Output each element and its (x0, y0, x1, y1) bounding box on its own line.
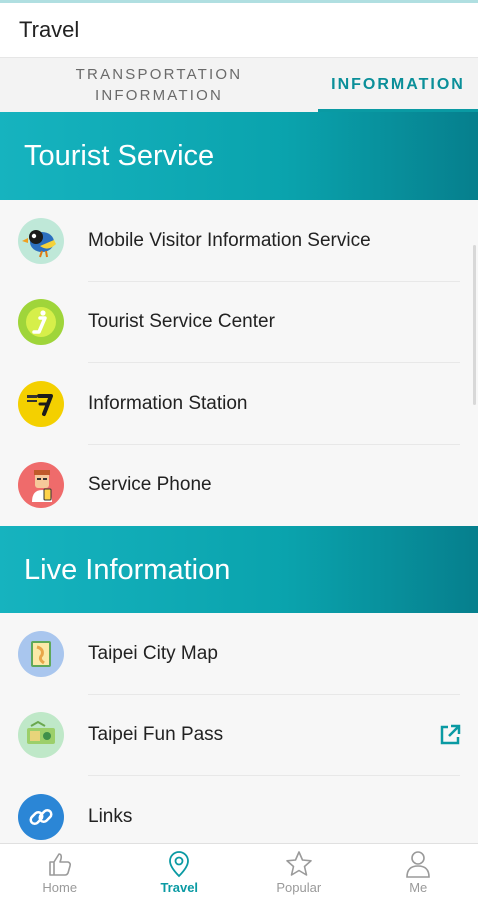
person-icon (406, 851, 431, 878)
bottom-navigation: Home Travel Popular Me (0, 843, 478, 900)
tab-label-line2: INFORMATION (94, 87, 224, 104)
scrollbar[interactable] (473, 245, 476, 405)
nav-home[interactable]: Home (0, 844, 120, 900)
tourist-service-list: Mobile Visitor Information Service Touri… (0, 200, 478, 526)
section-title: Live Information (24, 553, 231, 586)
nav-me[interactable]: Me (359, 844, 478, 900)
tab-label-line1: TRANSPORTATION (75, 66, 243, 83)
list-item-taipei-fun-pass[interactable]: Taipei Fun Pass (0, 695, 478, 777)
info-i-icon (18, 299, 64, 346)
thumbs-up-icon (48, 853, 71, 876)
list-item-label: Taipei City Map (88, 642, 218, 664)
list-item-label: Taipei Fun Pass (88, 724, 224, 746)
nav-label: Travel (160, 880, 199, 895)
list-item-label: Mobile Visitor Information Service (88, 229, 371, 251)
list-item-tourist-service-center[interactable]: Tourist Service Center (0, 282, 478, 364)
nav-label: Me (409, 880, 428, 895)
nav-label: Popular (276, 880, 322, 895)
nav-travel[interactable]: Travel (120, 844, 240, 900)
fun-pass-icon (18, 712, 64, 759)
list-item-label: Information Station (88, 392, 248, 414)
list-item-label: Links (88, 805, 133, 827)
section-header-tourist-service: Tourist Service (0, 112, 478, 200)
tab-information[interactable]: INFORMATION (318, 58, 478, 112)
list-item-mobile-visitor-information[interactable]: Mobile Visitor Information Service (0, 200, 478, 282)
tab-label: INFORMATION (331, 76, 465, 93)
list-item-label: Service Phone (88, 474, 212, 496)
star-icon (285, 851, 312, 876)
tab-transportation-information[interactable]: TRANSPORTATION INFORMATION (0, 58, 318, 112)
phone-person-icon (18, 462, 64, 509)
live-information-list: Taipei City Map Taipei Fun Pass Links (0, 613, 478, 843)
list-item-information-station[interactable]: Information Station (0, 363, 478, 445)
link-icon (18, 793, 64, 840)
list-item-taipei-city-map[interactable]: Taipei City Map (0, 613, 478, 695)
list-item-label: Tourist Service Center (88, 311, 275, 333)
city-map-icon (18, 630, 64, 677)
bird-mascot-icon (18, 217, 64, 264)
tab-bar: TRANSPORTATION INFORMATION INFORMATION (0, 58, 478, 112)
location-pin-icon (169, 851, 190, 878)
section-header-live-information: Live Information (0, 526, 478, 614)
info-station-icon (18, 380, 64, 427)
external-link-icon[interactable] (438, 723, 462, 747)
nav-popular[interactable]: Popular (239, 844, 359, 900)
section-title: Tourist Service (24, 139, 215, 172)
page-title: Travel (19, 17, 80, 42)
app-bar: Travel (0, 3, 478, 58)
list-item-links[interactable]: Links (0, 776, 478, 843)
nav-label: Home (42, 880, 78, 895)
list-item-service-phone[interactable]: Service Phone (0, 445, 478, 527)
